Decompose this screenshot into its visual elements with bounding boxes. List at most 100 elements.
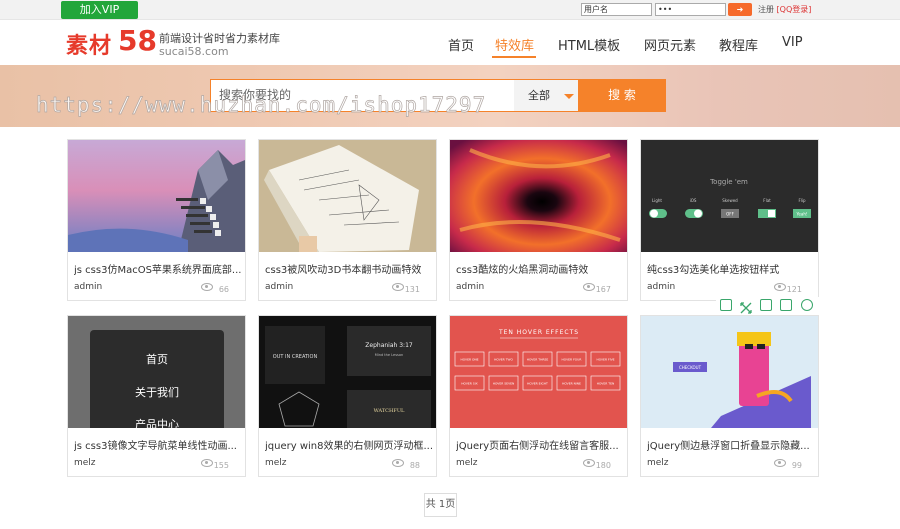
password-input[interactable] [655, 3, 726, 16]
card-thumbnail[interactable]: CHECKOUT [641, 316, 818, 428]
login-button[interactable]: ➜ [728, 3, 752, 16]
card-title[interactable]: jQuery侧边悬浮窗口折叠显示隐藏... [647, 437, 815, 452]
hover-demo-label: HOVER FOUR [562, 358, 582, 362]
toggle-label: Light [652, 198, 662, 203]
logo-text: 素材 [66, 33, 113, 59]
card-views: 88 [409, 461, 420, 470]
hover-demo-label: HOVER FIVE [596, 358, 614, 362]
toggle-title: Toggle 'em [709, 178, 748, 186]
card-thumbnail[interactable] [450, 140, 627, 252]
toggle-label: Skewed [722, 198, 738, 203]
nav-vip[interactable]: VIP [782, 35, 803, 50]
effect-card[interactable]: 首页 关于我们 产品中心 js css3镜像文字导航菜单线性动画... melz… [67, 315, 246, 477]
card-thumbnail[interactable]: 首页 关于我们 产品中心 [68, 316, 245, 428]
nav-web-elements[interactable]: 网页元素 [644, 35, 696, 54]
toggle-off-text: OFF [726, 212, 734, 217]
top-bar: 加入VIP ➜ 注册 [QQ登录] [0, 0, 900, 20]
eye-icon [583, 283, 595, 291]
toggle-label: Flat [763, 198, 771, 203]
gear-icon[interactable] [801, 299, 813, 311]
search-category-label: 全部 [528, 89, 550, 102]
card-author: admin [647, 282, 676, 292]
effect-card[interactable]: TEN HOVER EFFECTS HOVER ONE HOVER TWO HOVE… [449, 315, 628, 477]
join-vip-button[interactable]: 加入VIP [61, 1, 138, 19]
nav-tutorials[interactable]: 教程库 [719, 35, 758, 54]
chevron-down-icon [564, 94, 574, 99]
pagination-total: 共 1页 [424, 493, 457, 517]
hover-demo-label: HOVER TEN [597, 382, 615, 386]
eye-icon [583, 459, 595, 467]
card-thumbnail[interactable] [68, 140, 245, 252]
site-header: 素材 58 前端设计省时省力素材库 sucai58.com 首页 特效库 HTM… [0, 20, 900, 65]
hover-demo-label: HOVER SEVEN [493, 382, 515, 386]
card-author: melz [265, 458, 287, 468]
card-title[interactable]: jquery win8效果的右侧网页浮动框... [265, 437, 433, 452]
save-icon[interactable] [720, 299, 732, 311]
search-button[interactable]: 搜 索 [578, 79, 666, 112]
search-category-select[interactable]: 全部 [514, 79, 578, 112]
logo-number: 58 [118, 24, 157, 57]
card-author: melz [456, 458, 478, 468]
zephaniah-title: Zephaniah 3:17 [365, 342, 413, 349]
eye-icon [392, 459, 404, 467]
hover-demo-label: HOVER NINE [562, 382, 581, 386]
eye-icon [774, 459, 786, 467]
eye-icon [774, 283, 786, 291]
card-author: admin [74, 282, 103, 292]
card-author: admin [456, 282, 485, 292]
card-thumbnail[interactable] [259, 140, 436, 252]
checkout-label: CHECKOUT [679, 365, 702, 370]
card-views: 167 [595, 285, 611, 294]
card-views: 155 [213, 461, 229, 470]
card-author: melz [74, 458, 96, 468]
effect-card[interactable]: CHECKOUT jQuery侧边悬浮窗口折叠显示隐藏... melz 99 [640, 315, 819, 477]
effect-card[interactable]: OUT IN CREATION Zephaniah 3:17 Mind the … [258, 315, 437, 477]
hover-effects-title: TEN HOVER EFFECTS [498, 329, 579, 336]
site-domain: sucai58.com [159, 45, 229, 58]
qq-login-link[interactable]: [QQ登录] [777, 5, 812, 14]
effect-card[interactable]: js css3仿MacOS苹果系统界面底部... admin 66 [67, 139, 246, 301]
card-title[interactable]: js css3镜像文字导航菜单线性动画... [74, 437, 242, 452]
nav-effects[interactable]: 特效库 [495, 35, 534, 54]
eye-icon [201, 459, 213, 467]
share-icon[interactable] [780, 299, 792, 311]
expand-icon[interactable] [740, 299, 752, 314]
toggle-yeah-text: Yeah! [796, 212, 808, 217]
eye-icon [392, 283, 404, 291]
card-title[interactable]: jQuery页面右侧浮动在线留言客服... [456, 437, 624, 452]
eye-icon [201, 283, 213, 291]
watchful-logo: WATCHFUL [374, 408, 405, 414]
card-title[interactable]: css3酷炫的火焰黑洞动画特效 [456, 261, 624, 276]
menu-item-text: 首页 [146, 352, 168, 366]
effect-card[interactable]: Toggle 'em Light iOS Skewed Flat Flip OF… [640, 139, 819, 301]
card-author: melz [647, 458, 669, 468]
card-toolbar [716, 297, 819, 314]
toggle-label: Flip [798, 198, 806, 203]
card-thumbnail[interactable]: Toggle 'em Light iOS Skewed Flat Flip OF… [641, 140, 818, 252]
win8-caption: OUT IN CREATION [273, 354, 318, 360]
watermark-text: https://www.huzhan.com/ishop17297 [36, 93, 487, 118]
hover-demo-label: HOVER ONE [460, 358, 478, 362]
menu-item-text: 产品中心 [135, 417, 179, 428]
effect-card[interactable]: css3被风吹动3D书本翻书动画特效 admin 131 [258, 139, 437, 301]
download-icon[interactable] [760, 299, 772, 311]
effect-card[interactable]: css3酷炫的火焰黑洞动画特效 admin 167 [449, 139, 628, 301]
card-views: 66 [218, 285, 229, 294]
hover-demo-label: HOVER EIGHT [527, 382, 548, 386]
card-views: 180 [595, 461, 611, 470]
username-input[interactable] [581, 3, 652, 16]
card-thumbnail[interactable]: OUT IN CREATION Zephaniah 3:17 Mind the … [259, 316, 436, 428]
nav-html-templates[interactable]: HTML模板 [558, 35, 620, 54]
register-link[interactable]: 注册 [758, 5, 774, 14]
card-title[interactable]: css3被风吹动3D书本翻书动画特效 [265, 261, 433, 276]
card-thumbnail[interactable]: TEN HOVER EFFECTS HOVER ONE HOVER TWO HOVE… [450, 316, 627, 428]
hover-demo-label: HOVER TWO [494, 358, 513, 362]
card-author: admin [265, 282, 294, 292]
card-title[interactable]: 纯css3勾选美化单选按钮样式 [647, 261, 815, 276]
arrow-right-icon: ➜ [736, 5, 744, 14]
toggle-label: iOS [690, 198, 697, 203]
nav-home[interactable]: 首页 [448, 35, 474, 54]
card-title[interactable]: js css3仿MacOS苹果系统界面底部... [74, 261, 242, 276]
logo-mark: 素材 58 [66, 24, 157, 59]
card-views: 99 [791, 461, 802, 470]
